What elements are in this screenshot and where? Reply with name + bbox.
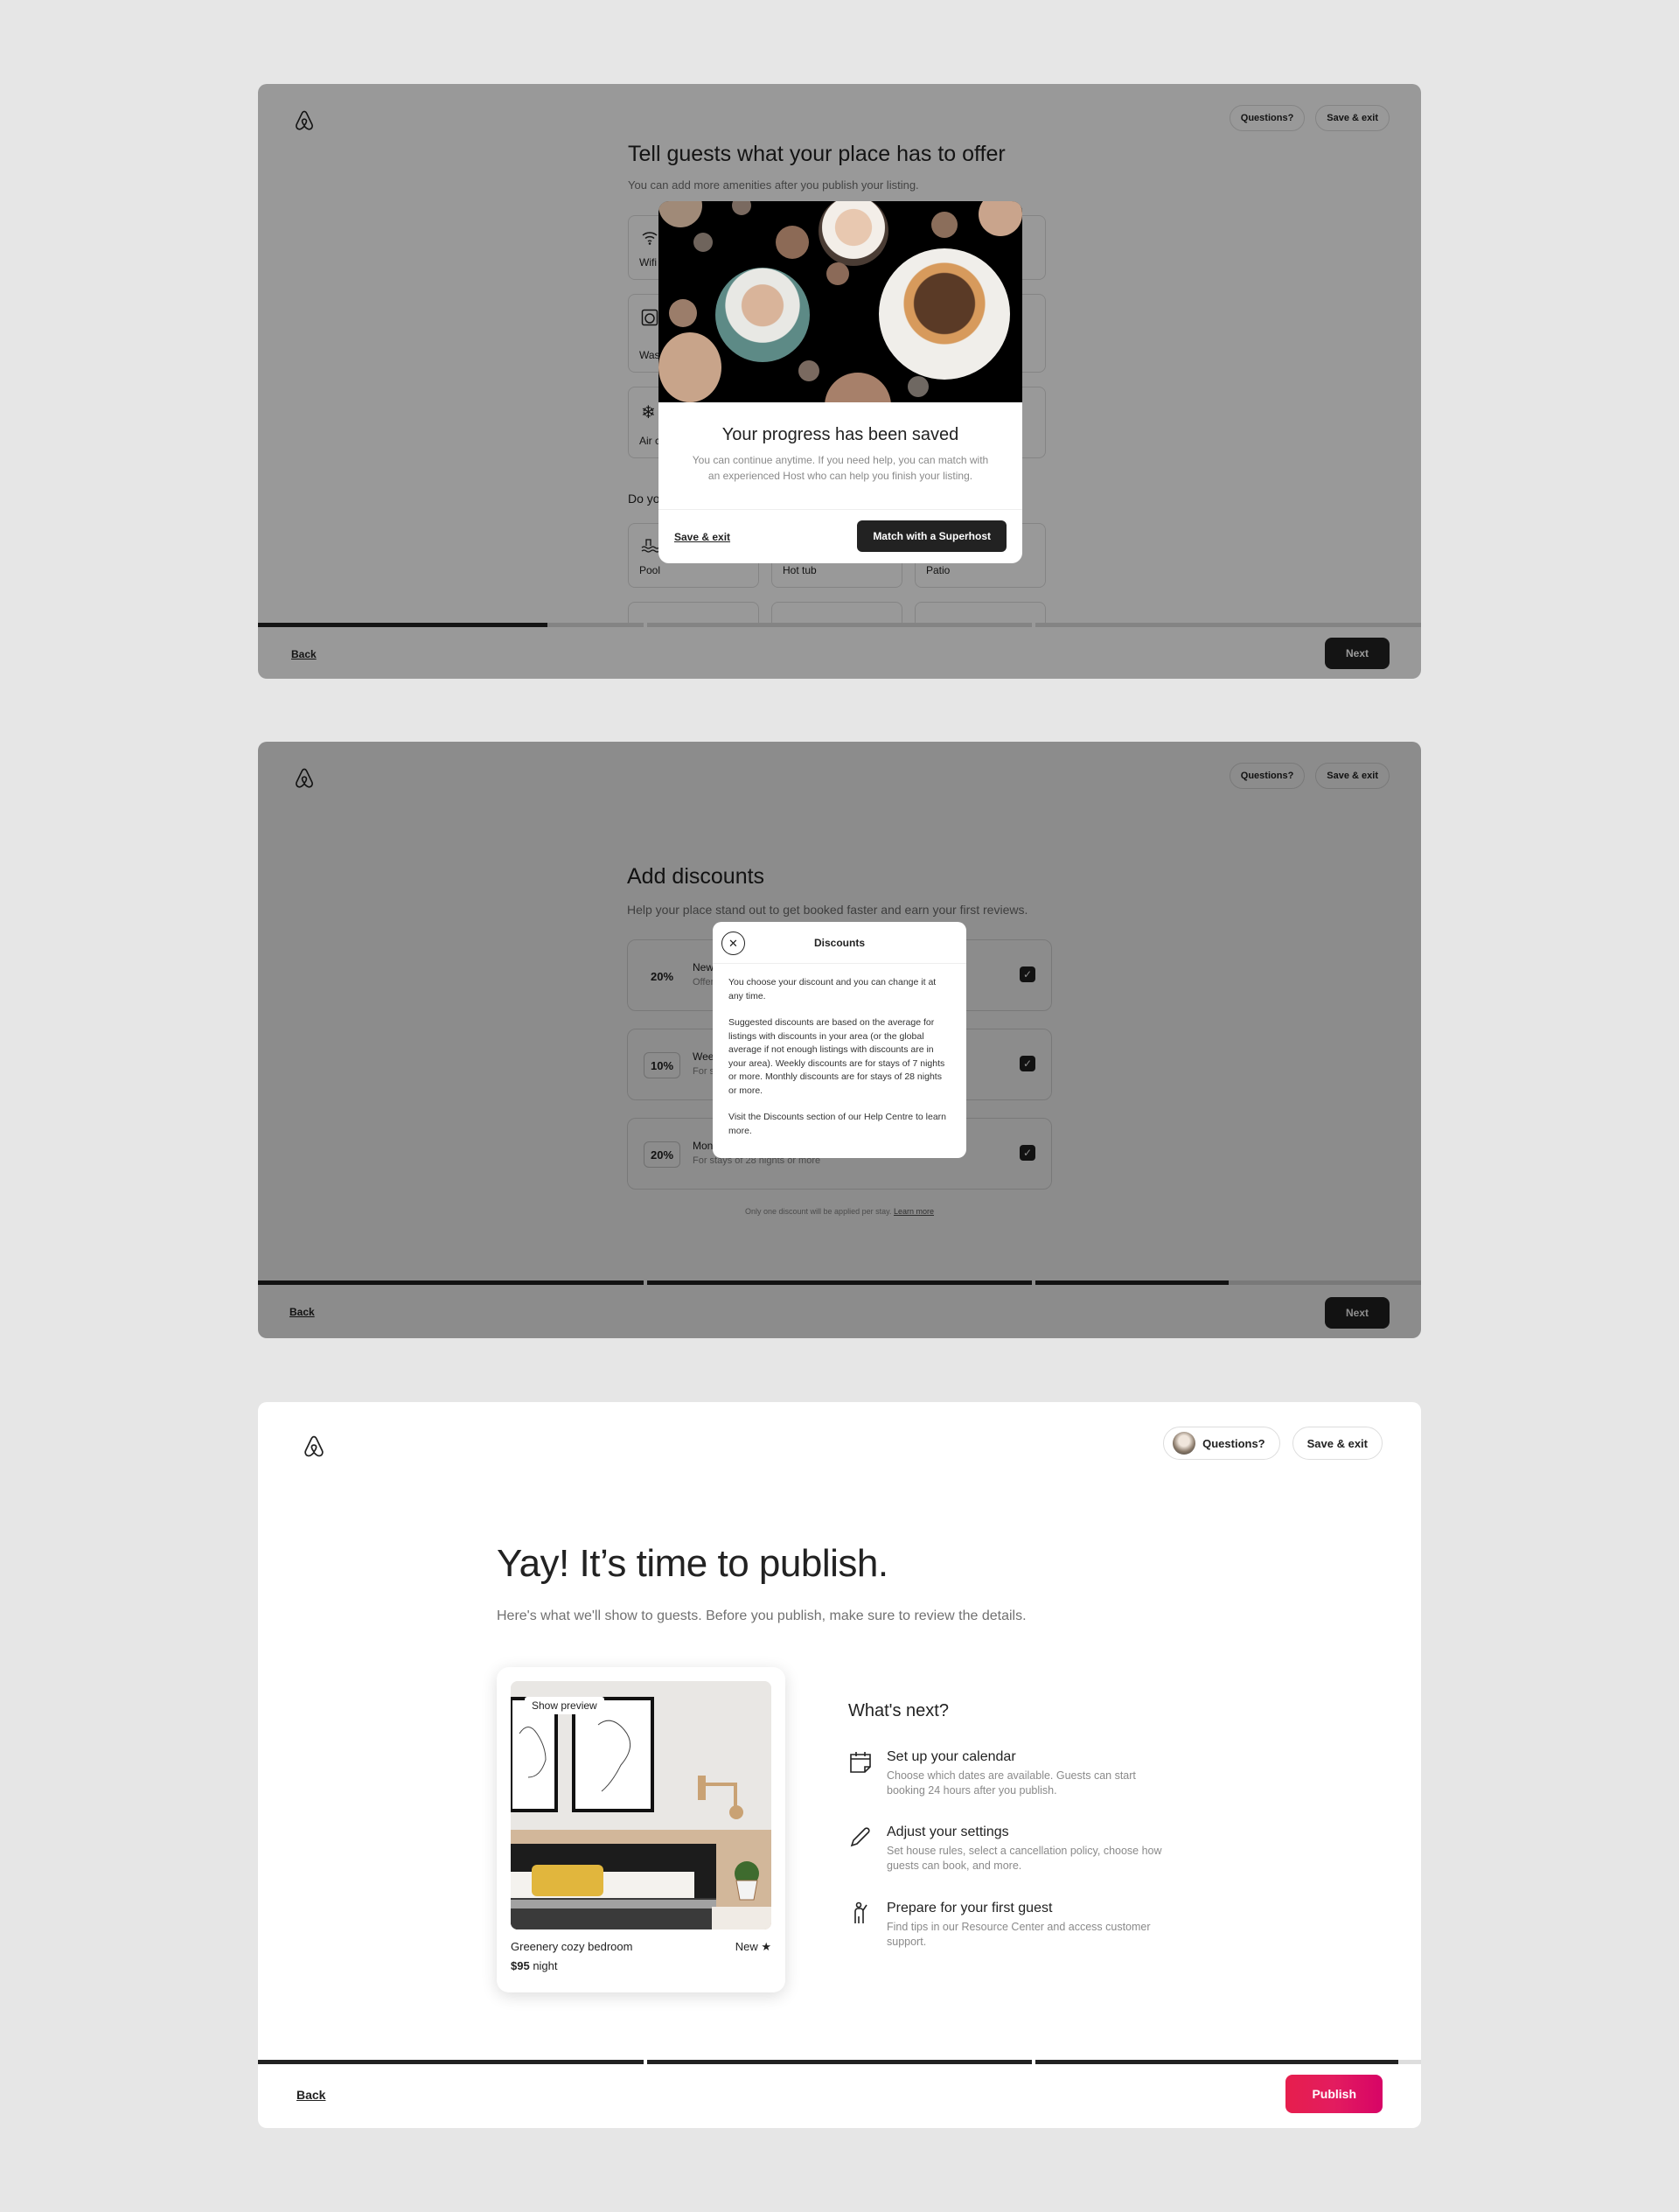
superhost-avatar [1173, 1432, 1196, 1455]
progress-segment [646, 2060, 1033, 2064]
screen-discounts: Questions? Save & exit Add discounts Hel… [258, 742, 1421, 1338]
show-preview-badge[interactable]: Show preview [525, 1697, 604, 1714]
save-exit-button[interactable]: Save & exit [1292, 1427, 1383, 1460]
publish-button[interactable]: Publish [1285, 2075, 1383, 2113]
back-link[interactable]: Back [296, 2088, 325, 2102]
listing-rating: New ★ [735, 1940, 771, 1953]
page-title: Yay! It’s time to publish. [497, 1542, 888, 1585]
save-exit-label: Save & exit [1306, 1436, 1368, 1450]
whats-next-heading: What's next? [848, 1701, 949, 1720]
price-unit: night [529, 1959, 558, 1972]
calendar-icon [848, 1749, 873, 1774]
progress-bar [258, 2060, 1421, 2064]
modal-text: You can continue anytime. If you need he… [692, 454, 989, 482]
questions-button[interactable]: Questions? [1163, 1427, 1280, 1460]
close-icon: ✕ [728, 936, 738, 950]
listing-photo [511, 1681, 771, 1929]
price-value: $95 [511, 1959, 530, 1972]
guest-icon [848, 1901, 873, 1925]
pencil-icon [848, 1825, 873, 1849]
step-title: Prepare for your first guest [887, 1901, 1053, 1915]
step-desc: Choose which dates are available. Guests… [887, 1769, 1136, 1797]
step-desc: Set house rules, select a cancellation p… [887, 1845, 1162, 1872]
listing-price: $95 night [511, 1959, 558, 1972]
modal-paragraph: Visit the Discounts section of our Help … [728, 1112, 947, 1136]
page-subtitle: Here's what we'll show to guests. Before… [497, 1608, 1027, 1623]
step-title: Adjust your settings [887, 1825, 1009, 1839]
modal-paragraph: You choose your discount and you can cha… [728, 977, 937, 1001]
listing-name: Greenery cozy bedroom [511, 1940, 633, 1953]
progress-segment [258, 2060, 644, 2064]
close-button[interactable]: ✕ [721, 932, 745, 955]
listing-preview-card[interactable]: Show preview Greenery cozy bedroom New ★… [497, 1667, 785, 1992]
progress-segment [1035, 2060, 1421, 2064]
airbnb-logo-icon[interactable] [302, 1434, 326, 1460]
modal-paragraph: Suggested discounts are based on the ave… [728, 1017, 945, 1096]
step-desc: Find tips in our Resource Center and acc… [887, 1921, 1151, 1948]
match-superhost-button[interactable]: Match with a Superhost [857, 520, 1007, 552]
screen-amenities: Questions? Save & exit Tell guests what … [258, 84, 1421, 679]
step-title: Set up your calendar [887, 1749, 1016, 1764]
modal-title: Discounts [813, 937, 865, 949]
modal-footer: Save & exit Match with a Superhost [658, 509, 1022, 563]
screen-publish: Questions? Save & exit Yay! It’s time to… [258, 1402, 1421, 2128]
modal-header: ✕ Discounts [713, 922, 966, 964]
modal-title: Your progress has been saved [721, 425, 959, 444]
discounts-info-modal: ✕ Discounts You choose your discount and… [713, 922, 966, 1158]
modal-body: You choose your discount and you can cha… [713, 964, 966, 1138]
modal-save-exit-link[interactable]: Save & exit [674, 531, 730, 543]
questions-label: Questions? [1202, 1436, 1265, 1450]
progress-saved-modal: Your progress has been saved You can con… [658, 201, 1022, 563]
superhosts-collage-image [658, 201, 1022, 402]
